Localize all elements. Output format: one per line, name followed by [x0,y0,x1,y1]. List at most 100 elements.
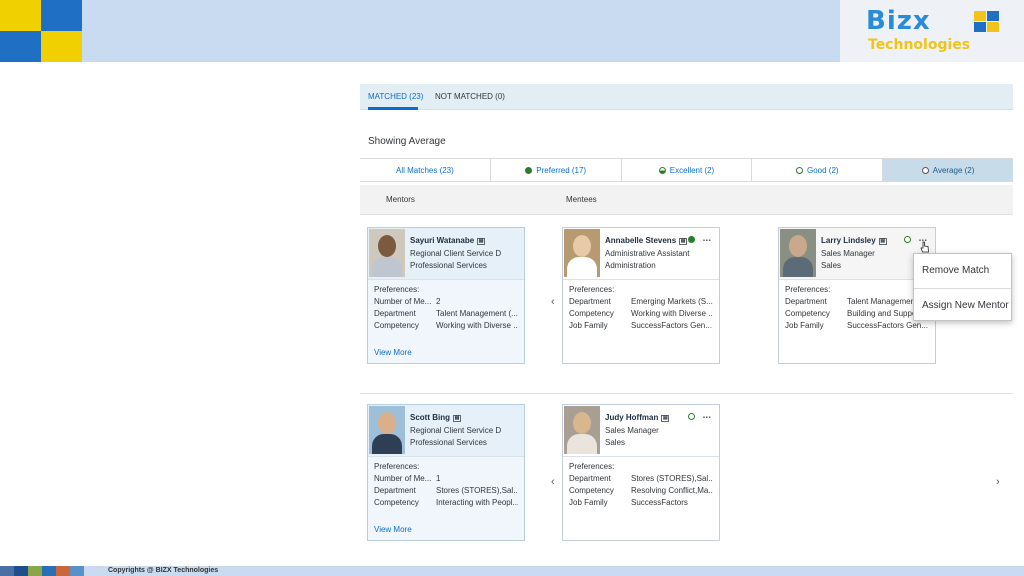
filter-good[interactable]: Good (2) [752,159,884,181]
prev-arrow-icon[interactable]: ‹ [551,476,555,488]
mentee-card[interactable]: Judy Hoffman ▤ ... Sales Manager Sales Pr… [562,404,720,541]
pref-row: Department Stores (STORES),Sal... [374,486,518,495]
brand-subtitle: Technologies [868,37,971,53]
hand-cursor-icon [920,241,929,253]
pref-row: Department Emerging Markets (S... [569,297,713,306]
footer-color-strip [0,566,84,576]
pref-row: Job Family SuccessFactors [569,498,688,507]
avatar [780,229,816,277]
mentees-column-label: Mentees [566,195,597,204]
half-circle-icon [658,166,666,174]
avatar [369,229,405,277]
more-options-icon[interactable]: ... [703,410,711,421]
pref-row: Competency Interacting with Peopl... [374,498,518,507]
slide-header: Bizx Technologies [0,0,1024,62]
person-title: Regional Client Service D [410,249,502,258]
pref-row: Job Family SuccessFactors Gen... [569,321,712,330]
person-name[interactable]: Larry Lindsley ▤ [821,236,887,245]
active-tab-indicator [368,107,418,110]
brand-name: Bizx [866,6,931,36]
pref-row: Department Talent Management (... [374,309,518,318]
average-status-icon [688,413,695,420]
pref-row: Competency Resolving Conflict,Ma... [569,486,713,495]
match-options-menu: Remove Match Assign New Mentor [913,253,1012,321]
filter-excellent[interactable]: Excellent (2) [621,159,753,181]
filter-label: All Matches (23) [396,165,454,175]
assign-new-mentor-menu-item[interactable]: Assign New Mentor [914,288,1011,322]
filter-label: Preferred (17) [536,165,587,175]
remove-match-menu-item[interactable]: Remove Match [914,254,1011,288]
showing-label: Showing Average [368,136,446,147]
profile-card-icon[interactable]: ▤ [661,415,670,422]
copyright-text: Copyrights @ BIZX Technologies [108,567,219,574]
card-header: Annabelle Stevens ▤ ... Administrative As… [563,228,719,280]
preferences-label: Preferences: [374,285,420,294]
view-more-link[interactable]: View More [374,348,412,357]
column-header: Mentors Mentees [360,185,1013,215]
pref-row: Competency Working with Diverse ... [374,321,518,330]
pref-row: Competency Working with Diverse ... [569,309,713,318]
person-name[interactable]: Sayuri Watanabe ▤ [410,236,486,245]
avatar [564,406,600,454]
tab-bar: MATCHED (23) NOT MATCHED (0) [360,84,1013,110]
avatar [369,406,405,454]
person-title: Sales Manager [821,249,875,258]
pref-row: Department Stores (STORES),Sal... [569,474,713,483]
person-department: Sales [605,438,626,447]
filter-preferred[interactable]: Preferred (17) [490,159,622,181]
next-arrow-icon[interactable]: › [996,476,1000,488]
profile-card-icon[interactable]: ▤ [878,238,887,245]
profile-card-icon[interactable]: ▤ [477,238,486,245]
prev-arrow-icon[interactable]: ‹ [551,296,555,308]
person-name[interactable]: Scott Bing ▤ [410,413,461,422]
tab-not-matched[interactable]: NOT MATCHED (0) [435,92,505,101]
filter-bar: All Matches (23) Preferred (17) Excellen… [360,158,1013,182]
pref-row: Competency Building and Suppor [785,309,920,318]
profile-card-icon[interactable]: ▤ [453,415,461,422]
person-title: Sales Manager [605,426,659,435]
row-divider [360,393,1013,394]
card-header: Judy Hoffman ▤ ... Sales Manager Sales [563,405,719,457]
tab-matched[interactable]: MATCHED (23) [368,92,423,101]
pref-row: Number of Me... 1 [374,474,441,483]
brand-squares-icon [974,11,1004,35]
pref-row: Job Family SuccessFactors Gen... [785,321,928,330]
pref-row: Department Talent Management [785,297,918,306]
preferences-label: Preferences: [569,285,615,294]
view-more-link[interactable]: View More [374,525,412,534]
mentor-card[interactable]: Sayuri Watanabe ▤ Regional Client Service… [367,227,525,364]
card-header: Sayuri Watanabe ▤ Regional Client Service… [368,228,524,280]
more-options-icon[interactable]: ... [703,233,711,244]
card-header: Scott Bing ▤ Regional Client Service D Pr… [368,405,524,457]
ring-icon [796,166,803,174]
card-header: Larry Lindsley ▤ ... Sales Manager Sales [779,228,935,280]
person-department: Administration [605,261,656,270]
person-department: Sales [821,261,842,270]
preferences-label: Preferences: [569,462,615,471]
preferences-label: Preferences: [785,285,831,294]
corner-logo [0,0,82,62]
person-department: Professional Services [410,438,487,447]
filled-circle-icon [525,166,533,174]
filter-average[interactable]: Average (2) [883,159,1013,181]
average-status-icon [904,236,911,243]
person-title: Administrative Assistant [605,249,690,258]
mentee-card[interactable]: Annabelle Stevens ▤ ... Administrative As… [562,227,720,364]
filter-label: Good (2) [807,165,839,175]
brand-logo: Bizx Technologies [840,0,1024,62]
slide-footer: Copyrights @ BIZX Technologies [0,566,1024,576]
mentor-card[interactable]: Scott Bing ▤ Regional Client Service D Pr… [367,404,525,541]
mentors-column-label: Mentors [386,195,415,204]
profile-card-icon[interactable]: ▤ [679,238,688,245]
person-title: Regional Client Service D [410,426,502,435]
person-name[interactable]: Judy Hoffman ▤ [605,413,670,422]
person-name[interactable]: Annabelle Stevens ▤ [605,236,688,245]
filter-label: Average (2) [932,165,975,175]
avatar [564,229,600,277]
person-department: Professional Services [410,261,487,270]
preferences-label: Preferences: [374,462,420,471]
preferred-status-icon [688,236,695,243]
filter-label: Excellent (2) [669,165,715,175]
filter-all-matches[interactable]: All Matches (23) [360,159,491,181]
pref-row: Number of Me... 2 [374,297,441,306]
